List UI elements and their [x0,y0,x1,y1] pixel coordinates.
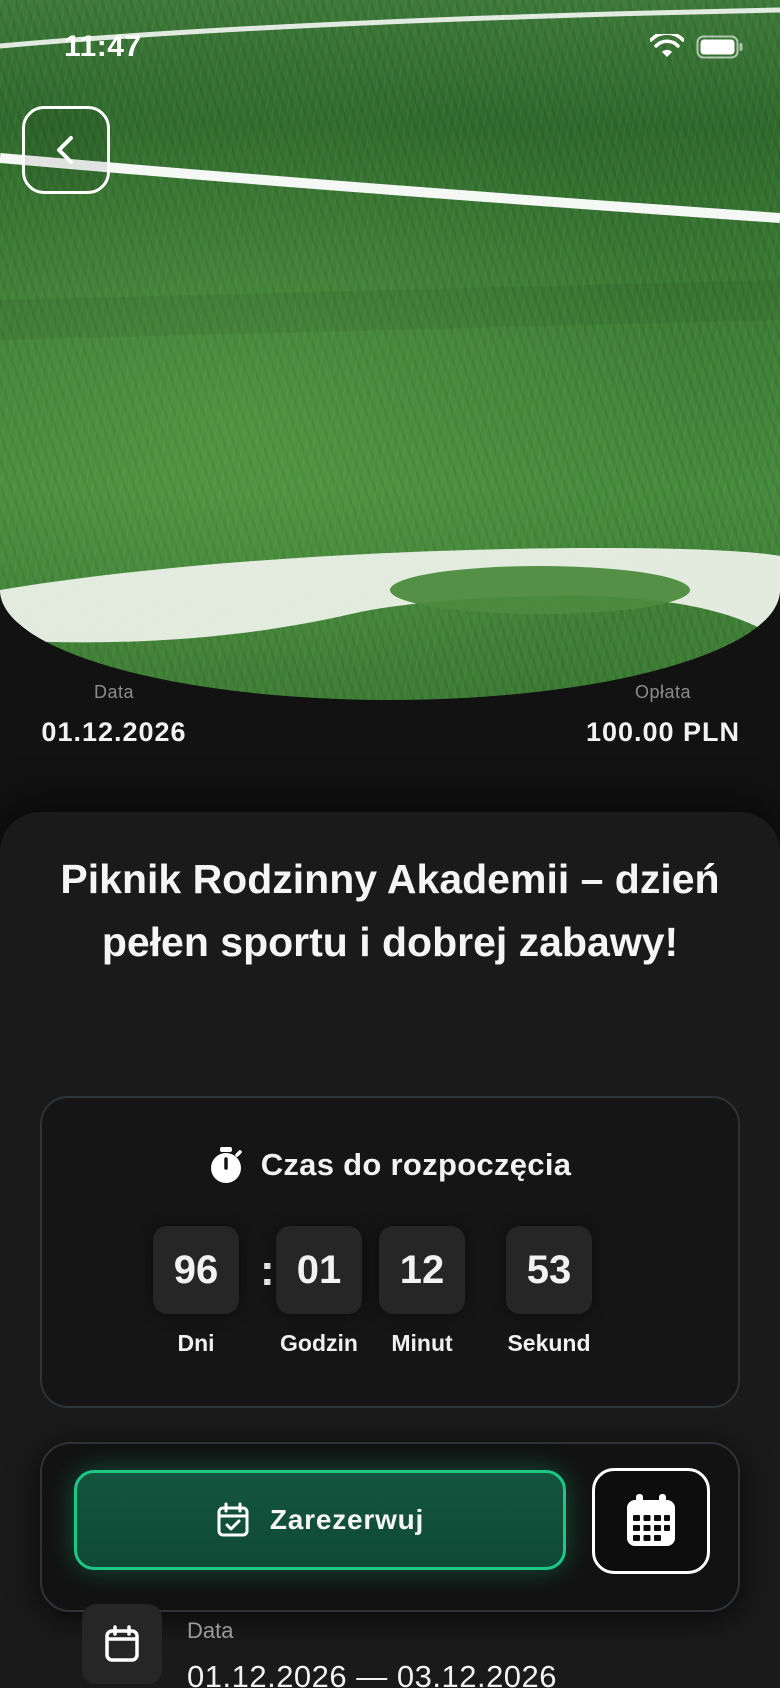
countdown-hours: 01 Godzin [264,1226,374,1357]
hero-image: 11:47 [0,0,780,700]
battery-icon [696,35,743,59]
hours-value: 01 [276,1226,362,1314]
action-panel: Zarezerwuj [40,1442,740,1612]
status-bar: 11:47 [0,0,780,100]
calendar-check-icon [217,1502,249,1537]
wifi-icon [650,34,684,57]
days-label: Dni [177,1330,215,1356]
reserve-button[interactable]: Zarezerwuj [74,1470,566,1570]
hours-label: Godzin [280,1330,358,1356]
back-button[interactable] [22,106,110,194]
countdown-days: 96 Dni [146,1226,246,1357]
fee-label: Opłata [634,682,692,702]
event-card: Piknik Rodzinny Akademii – dzień pełen s… [0,812,780,1688]
chevron-left-icon [57,136,73,164]
status-icons [650,34,744,60]
calendar-icon [105,1625,139,1662]
minutes-value: 12 [379,1226,465,1314]
date-range-value: 01.12.2026 — 03.12.2026 [187,1659,558,1688]
days-value: 96 [153,1226,239,1314]
countdown-panel: Czas do rozpoczęcia 96 Dni : 01 Godzin :… [40,1096,740,1408]
status-time: 11:47 [64,30,142,63]
seconds-label: Sekund [507,1330,591,1356]
event-fee-summary: Opłata 100.00 PLN [578,682,748,748]
stopwatch-icon [210,1147,242,1183]
calendar-grid-icon [627,1494,675,1546]
date-range-label: Data [187,1618,234,1643]
countdown-seconds: 53 Sekund [489,1226,609,1357]
countdown-header: Czas do rozpoczęcia [42,1146,738,1184]
date-label: Data [93,682,135,702]
reserve-label: Zarezerwuj [269,1504,425,1535]
event-date-summary: Data 01.12.2026 [34,682,194,748]
date-icon-box [82,1604,162,1684]
add-to-calendar-button[interactable] [592,1468,710,1574]
event-details-screen: 11:47 Data 01.12.2026 Opłata 100.00 PLN … [0,0,780,1688]
minutes-label: Minut [391,1330,453,1356]
countdown-title: Czas do rozpoczęcia [260,1147,572,1182]
seconds-value: 53 [506,1226,592,1314]
date-range-row: Data 01.12.2026 — 03.12.2026 [82,1604,702,1688]
countdown-minutes: 12 Minut [372,1226,472,1357]
date-value: 01.12.2026 [41,717,187,747]
event-title: Piknik Rodzinny Akademii – dzień pełen s… [60,856,720,965]
football-pitch-image [0,7,780,643]
fee-value: 100.00 PLN [585,717,741,747]
